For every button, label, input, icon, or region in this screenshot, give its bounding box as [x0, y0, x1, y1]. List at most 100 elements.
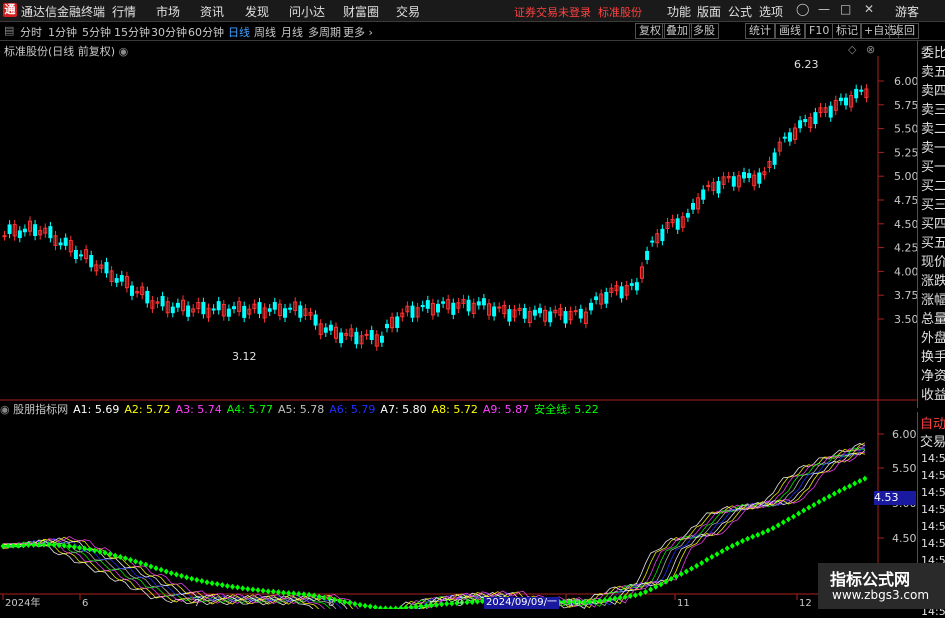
back-button[interactable]: 返回 — [889, 23, 919, 39]
safety-line-dot — [444, 600, 450, 607]
period-toolbar: ▤ 分时 1分钟 5分钟 15分钟 30分钟 60分钟 日线 周线 月线 多周期… — [0, 22, 945, 41]
menu-news[interactable]: 资讯 — [200, 3, 224, 20]
menu-options[interactable]: 选项 — [759, 3, 783, 20]
candle-body — [196, 301, 201, 310]
menu-trade[interactable]: 交易 — [396, 3, 420, 20]
candle-body — [395, 316, 400, 328]
safety-line-dot — [806, 504, 812, 511]
candle-body — [568, 310, 573, 321]
menu-function[interactable]: 功能 — [667, 3, 691, 20]
candle-body — [252, 303, 257, 310]
period-tick[interactable]: 分时 — [20, 24, 42, 40]
safety-line-dot — [418, 603, 424, 609]
period-1min[interactable]: 1分钟 — [48, 24, 77, 40]
candle-body — [711, 182, 716, 191]
candle-body — [232, 306, 236, 310]
candle-body — [385, 323, 389, 329]
candle-body — [685, 213, 690, 218]
safety-line-dot — [82, 545, 88, 552]
safety-line-dot — [321, 594, 327, 601]
help-icon[interactable]: ◯ — [796, 2, 809, 16]
low-price-label: 3.12 — [232, 350, 257, 363]
stats-button[interactable]: 统计 — [745, 23, 775, 39]
multi-stock-button[interactable]: 多股 — [689, 23, 719, 39]
candle-body — [390, 316, 395, 329]
safety-line-dot — [235, 584, 241, 591]
candle-body — [257, 302, 262, 314]
menu-ask[interactable]: 问小达 — [289, 3, 325, 20]
safety-line-dot — [61, 542, 67, 549]
period-60min[interactable]: 60分钟 — [188, 24, 224, 40]
menu-discover[interactable]: 发现 — [245, 3, 269, 20]
candle-body — [782, 136, 787, 139]
safety-line-dot — [250, 586, 256, 593]
maximize-icon[interactable]: □ — [840, 2, 851, 16]
settings-icon[interactable]: ◉ — [0, 403, 10, 416]
safety-line-dot — [576, 598, 582, 605]
period-weekly[interactable]: 周线 — [254, 24, 276, 40]
candle-body — [640, 266, 644, 279]
candle-body — [364, 333, 369, 336]
candle-body — [425, 300, 430, 309]
sidebar-item: 卖四 — [921, 84, 945, 99]
candle-body — [104, 262, 109, 274]
menu-formula[interactable]: 公式 — [728, 3, 752, 20]
mark-button[interactable]: 标记 — [832, 23, 862, 39]
price-tick-label: 5.50 — [894, 123, 919, 136]
safety-line-dot — [571, 598, 577, 605]
period-multi[interactable]: 多周期 — [308, 24, 341, 40]
login-warning[interactable]: 证券交易未登录 标准股份 — [514, 4, 642, 20]
indicator-value: A1: 5.69 — [73, 403, 120, 416]
period-5min[interactable]: 5分钟 — [82, 24, 111, 40]
guest-label[interactable]: 游客 — [895, 3, 919, 20]
sidebar-item: 换手 — [921, 350, 945, 365]
menu-market[interactable]: 市场 — [156, 3, 180, 20]
candle-body — [747, 173, 752, 179]
candle-body — [150, 300, 155, 309]
candle-body — [175, 302, 180, 308]
safety-line-dot — [612, 595, 618, 602]
settings-icon[interactable]: ◉ — [119, 45, 129, 58]
f10-button[interactable]: F10 — [805, 23, 834, 39]
candle-body — [660, 228, 665, 242]
safety-line-dot — [143, 561, 149, 568]
menu-layout[interactable]: 版面 — [697, 3, 721, 20]
auto-label[interactable]: 自动 — [920, 413, 945, 432]
trade-label[interactable]: 交易 — [920, 431, 945, 450]
safety-line-dot — [168, 570, 174, 577]
safety-line-dot — [255, 587, 261, 594]
candle-body — [211, 308, 216, 311]
candle-body — [859, 89, 864, 92]
indicator-line — [3, 444, 866, 609]
period-30min[interactable]: 30分钟 — [151, 24, 187, 40]
candle-body — [94, 264, 99, 272]
candle-body — [379, 335, 384, 343]
date-tick-label: 7 — [194, 598, 200, 609]
candle-body — [818, 107, 823, 114]
candle-body — [645, 250, 650, 260]
close-icon[interactable]: ✕ — [864, 2, 874, 16]
safety-line-dot — [51, 541, 57, 548]
chevron-right-icon: › — [368, 26, 373, 39]
safety-line-dot — [597, 597, 603, 604]
menu-quotes[interactable]: 行情 — [112, 3, 136, 20]
period-15min[interactable]: 15分钟 — [114, 24, 150, 40]
candle-body — [99, 264, 104, 269]
draw-button[interactable]: 画线 — [775, 23, 805, 39]
period-more[interactable]: 更多 › — [343, 24, 373, 40]
period-monthly[interactable]: 月线 — [281, 24, 303, 40]
safety-line-dot — [5, 542, 11, 549]
toolbar-menu-icon[interactable]: ▤ — [4, 24, 14, 37]
adjust-button[interactable]: 复权 — [635, 23, 665, 39]
diamond-icon[interactable]: ◇ — [848, 43, 856, 56]
overlay-button[interactable]: 叠加 — [662, 23, 692, 39]
chart-close-icon[interactable]: ⊗ — [866, 43, 875, 56]
minimize-icon[interactable]: — — [818, 2, 830, 16]
safety-line-dot — [92, 547, 98, 554]
candle-body — [563, 311, 568, 324]
candle-body — [191, 308, 196, 313]
sidebar-item: 收益 — [921, 388, 945, 403]
period-daily[interactable]: 日线 — [228, 24, 250, 40]
menu-wealth[interactable]: 财富圈 — [343, 3, 379, 20]
candle-body — [155, 301, 160, 304]
